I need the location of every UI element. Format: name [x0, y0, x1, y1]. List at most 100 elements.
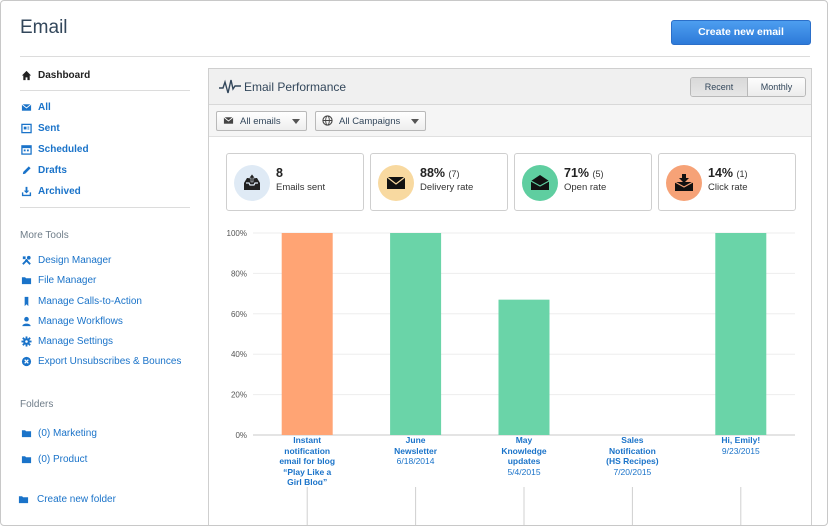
bar[interactable] [498, 299, 550, 435]
folders-heading: Folders [20, 399, 54, 410]
email-name-line: Sales [621, 435, 644, 445]
stat-label: Click rate [708, 182, 748, 193]
stat-card-emails-sent: 8 Emails sent [226, 153, 364, 211]
stat-value: 71% (5) [564, 166, 604, 180]
x-tick-label[interactable]: Sales Notification (HS Recipes) 7/20/2015 [592, 435, 672, 477]
x-axis-labels: Instant notification email for blog “Play L… [209, 435, 811, 485]
stat-label: Emails sent [276, 182, 326, 193]
sidebar-divider [20, 207, 190, 208]
sidebar-item-scheduled[interactable]: Scheduled [20, 143, 89, 155]
envelope-icon [223, 115, 235, 127]
inbox-upload-icon [244, 173, 260, 190]
folder-label: (0) Product [38, 453, 88, 465]
sidebar-item-label: All [38, 101, 51, 113]
stat-value: 8 [276, 166, 283, 180]
sidebar-item-file-manager[interactable]: File Manager [20, 274, 96, 286]
folder-item-marketing[interactable]: (0) Marketing [20, 427, 97, 439]
y-tick-label: 80% [231, 269, 247, 278]
bar[interactable] [390, 233, 442, 435]
folder-icon [17, 493, 29, 505]
email-date: 5/4/2015 [507, 466, 541, 477]
toggle-monthly[interactable]: Monthly [747, 78, 805, 96]
email-date: 7/20/2015 [613, 466, 652, 477]
email-name-line: (HS Recipes) [606, 456, 659, 466]
email-name-line: notification [284, 445, 331, 456]
y-tick-label: 20% [231, 391, 247, 400]
x-tick-label[interactable]: June Newsletter 6/18/2014 [376, 435, 456, 467]
folder-icon [20, 427, 32, 439]
stat-card-open-rate: 71% (5) Open rate [514, 153, 652, 211]
globe-icon [322, 115, 334, 127]
stat-circle [666, 165, 702, 201]
toggle-recent[interactable]: Recent [691, 78, 747, 96]
sidebar-item-workflows[interactable]: Manage Workflows [20, 315, 123, 327]
period-toggle: Recent Monthly [690, 77, 806, 97]
bar[interactable] [281, 233, 333, 435]
open-envelope-icon [530, 175, 550, 190]
sidebar-item-design-manager[interactable]: Design Manager [20, 254, 111, 266]
email-name-line: Notification [609, 445, 656, 456]
bookmark-icon [20, 295, 32, 307]
tools-icon [20, 254, 32, 266]
email-name-line: Instant [293, 435, 322, 445]
header-divider [20, 56, 810, 57]
chevron-down-icon [411, 119, 419, 124]
sidebar-item-label: Manage Settings [38, 335, 114, 347]
create-new-folder-link[interactable]: Create new folder [17, 493, 116, 505]
sidebar-item-label: Dashboard [38, 69, 91, 81]
all-campaigns-dropdown[interactable]: All Campaigns [315, 111, 426, 131]
dropdown-value: All emails [240, 115, 281, 127]
more-tools-heading: More Tools [20, 230, 69, 241]
sent-icon [20, 122, 32, 134]
sidebar-item-label: Manage Workflows [38, 315, 123, 327]
sidebar-item-settings[interactable]: Manage Settings [20, 335, 113, 347]
download-envelope-icon [674, 174, 694, 191]
gear-icon [20, 335, 32, 347]
email-date: 6/18/2014 [396, 456, 435, 466]
sidebar-item-drafts[interactable]: Drafts [20, 164, 67, 176]
sidebar-item-archived[interactable]: Archived [20, 185, 81, 197]
sidebar-item-label: Sent [38, 122, 60, 134]
sidebar-item-label: Export Unsubscribes & Bounces [38, 355, 182, 367]
x-tick-label[interactable]: Hi, Emily! 9/23/2015 [701, 435, 781, 456]
folder-icon [20, 274, 32, 286]
pencil-icon [20, 164, 32, 176]
sidebar-item-label: File Manager [38, 274, 97, 286]
sidebar-item-sent[interactable]: Sent [20, 122, 60, 134]
filter-bar: All emails All Campaigns [209, 105, 811, 137]
create-new-email-button[interactable]: Create new email [671, 20, 811, 45]
email-name-line: Newsletter [394, 445, 438, 456]
x-tick-label[interactable]: Instant notification email for blog “Play L… [267, 435, 347, 485]
email-name-line: Girl Blog” [287, 477, 328, 485]
dropdown-value: All Campaigns [339, 115, 401, 127]
home-icon [20, 69, 32, 81]
sidebar-item-export-unsubscribes[interactable]: Export Unsubscribes & Bounces [20, 355, 181, 367]
bar[interactable] [715, 233, 767, 435]
all-emails-dropdown[interactable]: All emails [216, 111, 307, 131]
chevron-down-icon [292, 119, 300, 124]
stat-label: Delivery rate [420, 182, 474, 193]
create-folder-label: Create new folder [37, 493, 116, 505]
email-date: 9/23/2015 [721, 445, 760, 456]
x-tick-label[interactable]: May Knowledge updates 5/4/2015 [484, 435, 564, 477]
email-name-line: June [405, 435, 426, 445]
page-title: Email [20, 17, 68, 38]
email-name-line: Knowledge [501, 445, 547, 456]
envelope-icon [20, 101, 32, 113]
folder-item-product[interactable]: (0) Product [20, 453, 87, 465]
stat-card-click-rate: 14% (1) Click rate [658, 153, 796, 211]
panel-header: Email Performance Recent Monthly [209, 69, 811, 105]
pulse-icon [219, 79, 241, 94]
sidebar-item-label: Manage Calls-to-Action [38, 295, 142, 307]
sidebar-item-calls-to-action[interactable]: Manage Calls-to-Action [20, 295, 142, 307]
y-tick-label: 60% [231, 310, 247, 319]
stat-card-delivery-rate: 88% (7) Delivery rate [370, 153, 508, 211]
calendar-icon [20, 143, 32, 155]
sidebar-item-all[interactable]: All [20, 101, 51, 113]
sidebar-item-label: Drafts [38, 164, 67, 176]
person-icon [20, 315, 32, 327]
email-name-line: May [515, 435, 533, 445]
performance-chart: 100% 80% 60% 40% 20% 0% Instant notification em… [209, 219, 811, 525]
stat-value: 14% (1) [708, 166, 748, 180]
sidebar-item-dashboard[interactable]: Dashboard [20, 69, 90, 81]
